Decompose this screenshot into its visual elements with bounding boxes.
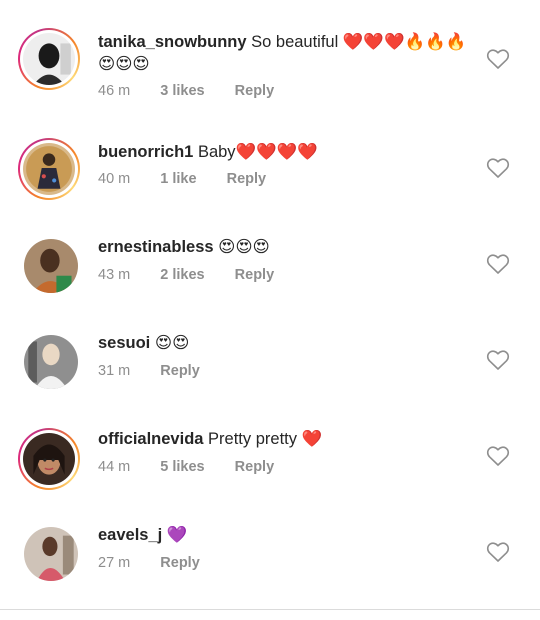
comment-meta: 43 m 2 likes Reply bbox=[98, 267, 300, 283]
comment-username[interactable]: tanika_snowbunny bbox=[98, 33, 247, 51]
reply-button[interactable]: Reply bbox=[227, 171, 267, 187]
reply-button[interactable]: Reply bbox=[160, 555, 200, 571]
comment-text: 😍😍 bbox=[154, 334, 190, 352]
comment-meta: 27 m Reply bbox=[98, 555, 226, 571]
avatar-image bbox=[23, 433, 75, 485]
comment-meta: 44 m 5 likes Reply bbox=[98, 459, 300, 475]
divider bbox=[0, 609, 540, 610]
comment-body: ernestinabless 😍😍😍 bbox=[98, 236, 470, 258]
comment-body: officialnevida Pretty pretty ❤️ bbox=[98, 428, 470, 450]
comment-meta: 31 m Reply bbox=[98, 363, 226, 379]
comment-text: 💜 bbox=[166, 526, 188, 544]
comment-text: Baby❤️❤️❤️❤️ bbox=[197, 143, 318, 161]
avatar[interactable] bbox=[24, 239, 78, 293]
heart-outline-icon[interactable] bbox=[486, 541, 510, 563]
comment-username[interactable]: eavels_j bbox=[98, 526, 162, 544]
avatar[interactable] bbox=[18, 28, 80, 90]
reply-button[interactable]: Reply bbox=[235, 459, 275, 475]
reply-button[interactable]: Reply bbox=[235, 83, 275, 99]
comment-time: 44 m bbox=[98, 459, 131, 475]
comment-body: tanika_snowbunny So beautiful ❤️❤️❤️🔥🔥🔥😍… bbox=[98, 31, 470, 75]
heart-outline-icon[interactable] bbox=[486, 349, 510, 371]
heart-outline-icon[interactable] bbox=[486, 157, 510, 179]
comment-likes[interactable]: 5 likes bbox=[160, 459, 204, 475]
comment-text: Pretty pretty ❤️ bbox=[208, 430, 323, 448]
avatar-image bbox=[24, 335, 78, 389]
comment-username[interactable]: ernestinabless bbox=[98, 238, 214, 256]
comment-meta: 46 m 3 likes Reply bbox=[98, 83, 300, 99]
comment-likes[interactable]: 3 likes bbox=[160, 83, 204, 99]
comment-body: sesuoi 😍😍 bbox=[98, 332, 470, 354]
comment-time: 43 m bbox=[98, 267, 131, 283]
comment-time: 31 m bbox=[98, 363, 131, 379]
comment-likes[interactable]: 2 likes bbox=[160, 267, 204, 283]
avatar-image bbox=[23, 33, 75, 85]
comment-username[interactable]: officialnevida bbox=[98, 430, 203, 448]
comment-username[interactable]: buenorrich1 bbox=[98, 143, 193, 161]
comment-body: buenorrich1 Baby❤️❤️❤️❤️ bbox=[98, 141, 470, 163]
reply-button[interactable]: Reply bbox=[160, 363, 200, 379]
comment-body: eavels_j 💜 bbox=[98, 524, 470, 546]
comment-text: 😍😍😍 bbox=[218, 238, 270, 256]
comment-time: 40 m bbox=[98, 171, 131, 187]
avatar[interactable] bbox=[18, 428, 80, 490]
reply-button[interactable]: Reply bbox=[235, 267, 275, 283]
avatar[interactable] bbox=[24, 335, 78, 389]
avatar-image bbox=[24, 239, 78, 293]
heart-outline-icon[interactable] bbox=[486, 48, 510, 70]
avatar-image bbox=[23, 143, 75, 195]
comment-username[interactable]: sesuoi bbox=[98, 334, 150, 352]
comment-time: 46 m bbox=[98, 83, 131, 99]
heart-outline-icon[interactable] bbox=[486, 445, 510, 467]
comment-meta: 40 m 1 like Reply bbox=[98, 171, 292, 187]
avatar-image bbox=[24, 527, 78, 581]
comment-likes[interactable]: 1 like bbox=[160, 171, 196, 187]
avatar[interactable] bbox=[24, 527, 78, 581]
heart-outline-icon[interactable] bbox=[486, 253, 510, 275]
comment-time: 27 m bbox=[98, 555, 131, 571]
avatar[interactable] bbox=[18, 138, 80, 200]
